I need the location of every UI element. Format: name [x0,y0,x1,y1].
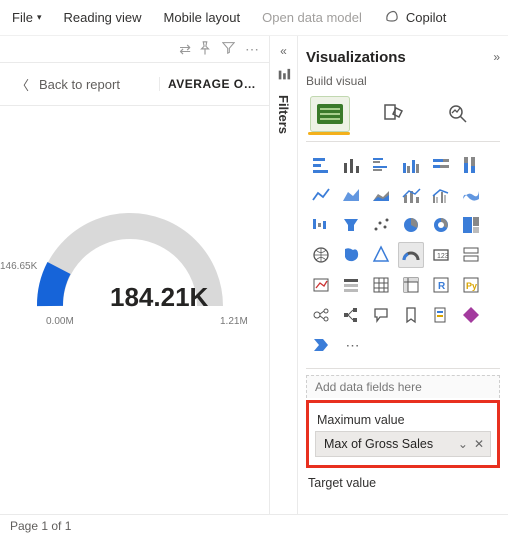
visual-header-toolbar: ⇄ ⋯ [0,36,269,62]
menu-file-label: File [12,10,33,25]
line-clustered-column-icon[interactable] [428,182,454,208]
azure-map-icon[interactable] [368,242,394,268]
report-canvas: ⇄ ⋯ 〈 Back to report AVERAGE OF … 146.65… [0,36,270,514]
maximum-value-label: Maximum value [317,413,489,427]
power-automate-icon[interactable] [308,332,334,358]
tab-format-visual[interactable] [374,96,414,132]
copilot-icon [384,8,400,27]
svg-text:R: R [438,281,446,292]
menu-open-data-model: Open data model [262,10,362,25]
active-tab-underline [308,132,350,135]
line-stacked-column-icon[interactable] [398,182,424,208]
slicer-icon[interactable] [338,272,364,298]
clustered-bar-icon[interactable] [368,152,394,178]
pie-chart-icon[interactable] [398,212,424,238]
line-chart-icon[interactable] [308,182,334,208]
power-apps-icon[interactable] [458,302,484,328]
menu-mobile-layout[interactable]: Mobile layout [164,10,241,25]
add-data-fields-placeholder[interactable]: Add data fields here [306,375,500,398]
target-value-label: Target value [308,476,498,490]
chevron-left-icon: 〈 [16,75,29,94]
svg-text:Py: Py [466,281,477,291]
filters-label: Filters [276,95,291,134]
smart-narrative-icon[interactable] [398,302,424,328]
maximum-value-field-chip[interactable]: Max of Gross Sales ⌄ ✕ [315,431,491,457]
more-options-icon[interactable]: ⋯ [245,41,259,58]
stacked-area-icon[interactable] [368,182,394,208]
menu-copilot[interactable]: Copilot [384,8,446,27]
status-bar: Page 1 of 1 [0,514,508,536]
filters-icon [277,68,291,85]
maximum-value-well-highlight: Maximum value Max of Gross Sales ⌄ ✕ [306,400,500,468]
expand-left-icon[interactable]: « [280,44,287,58]
chevron-down-icon: ▾ [37,12,42,23]
decomposition-tree-icon[interactable] [338,302,364,328]
stacked-column-icon[interactable] [338,152,364,178]
gauge-icon[interactable] [398,242,424,268]
menu-reading-view[interactable]: Reading view [63,10,141,25]
key-influencers-icon[interactable] [308,302,334,328]
copilot-label: Copilot [406,10,446,25]
treemap-icon[interactable] [458,212,484,238]
hundred-stacked-column-icon[interactable] [458,152,484,178]
drill-icon[interactable]: ⇄ [179,41,188,58]
chevron-down-icon[interactable]: ⌄ [458,437,468,451]
visualizations-pane: Visualizations » Build visual [298,36,508,514]
collapse-pane-icon[interactable]: » [493,50,500,64]
python-visual-icon[interactable]: Py [458,272,484,298]
hundred-stacked-bar-icon[interactable] [428,152,454,178]
multi-row-card-icon[interactable] [458,242,484,268]
top-menu: File ▾ Reading view Mobile layout Open d… [0,0,508,36]
back-to-report[interactable]: 〈 Back to report [0,75,159,94]
visual-title: AVERAGE OF … [159,77,269,91]
clustered-column-icon[interactable] [398,152,424,178]
mode-tabs [306,88,500,132]
svg-text:123: 123 [437,253,449,260]
waterfall-icon[interactable] [308,212,334,238]
gauge-min: 0.00M [46,316,74,327]
stacked-bar-icon[interactable] [308,152,334,178]
qa-visual-icon[interactable] [368,302,394,328]
table-icon[interactable] [368,272,394,298]
donut-chart-icon[interactable] [428,212,454,238]
visualizations-title: Visualizations [306,49,406,66]
filters-pane-collapsed[interactable]: « Filters [270,36,298,514]
gauge-visual[interactable]: 146.65K 184.21K 0.00M 1.21M [0,106,269,514]
remove-field-icon[interactable]: ✕ [474,437,484,451]
paginated-report-icon[interactable] [428,302,454,328]
page-indicator: Page 1 of 1 [10,519,71,533]
visualization-type-grid: 123 R Py ⋯ [306,142,500,368]
get-more-visuals-icon[interactable]: ⋯ [338,332,364,358]
build-visual-label: Build visual [306,74,500,88]
field-wells: Add data fields here Maximum value Max o… [306,368,500,490]
tab-analytics[interactable] [438,96,478,132]
matrix-icon[interactable] [398,272,424,298]
gauge-callout: 146.65K [0,261,37,272]
tab-build-visual[interactable] [310,96,350,132]
card-icon[interactable]: 123 [428,242,454,268]
funnel-icon[interactable] [338,212,364,238]
filled-map-icon[interactable] [338,242,364,268]
r-visual-icon[interactable]: R [428,272,454,298]
kpi-icon[interactable] [308,272,334,298]
gauge-value: 184.21K [110,282,208,313]
pin-icon[interactable] [198,41,212,58]
area-chart-icon[interactable] [338,182,364,208]
filter-icon[interactable] [222,41,235,57]
ribbon-chart-icon[interactable] [458,182,484,208]
scatter-icon[interactable] [368,212,394,238]
menu-file[interactable]: File ▾ [12,10,41,25]
gauge-max: 1.21M [220,316,248,327]
field-chip-label: Max of Gross Sales [324,437,433,451]
back-label: Back to report [39,77,120,92]
map-icon[interactable] [308,242,334,268]
